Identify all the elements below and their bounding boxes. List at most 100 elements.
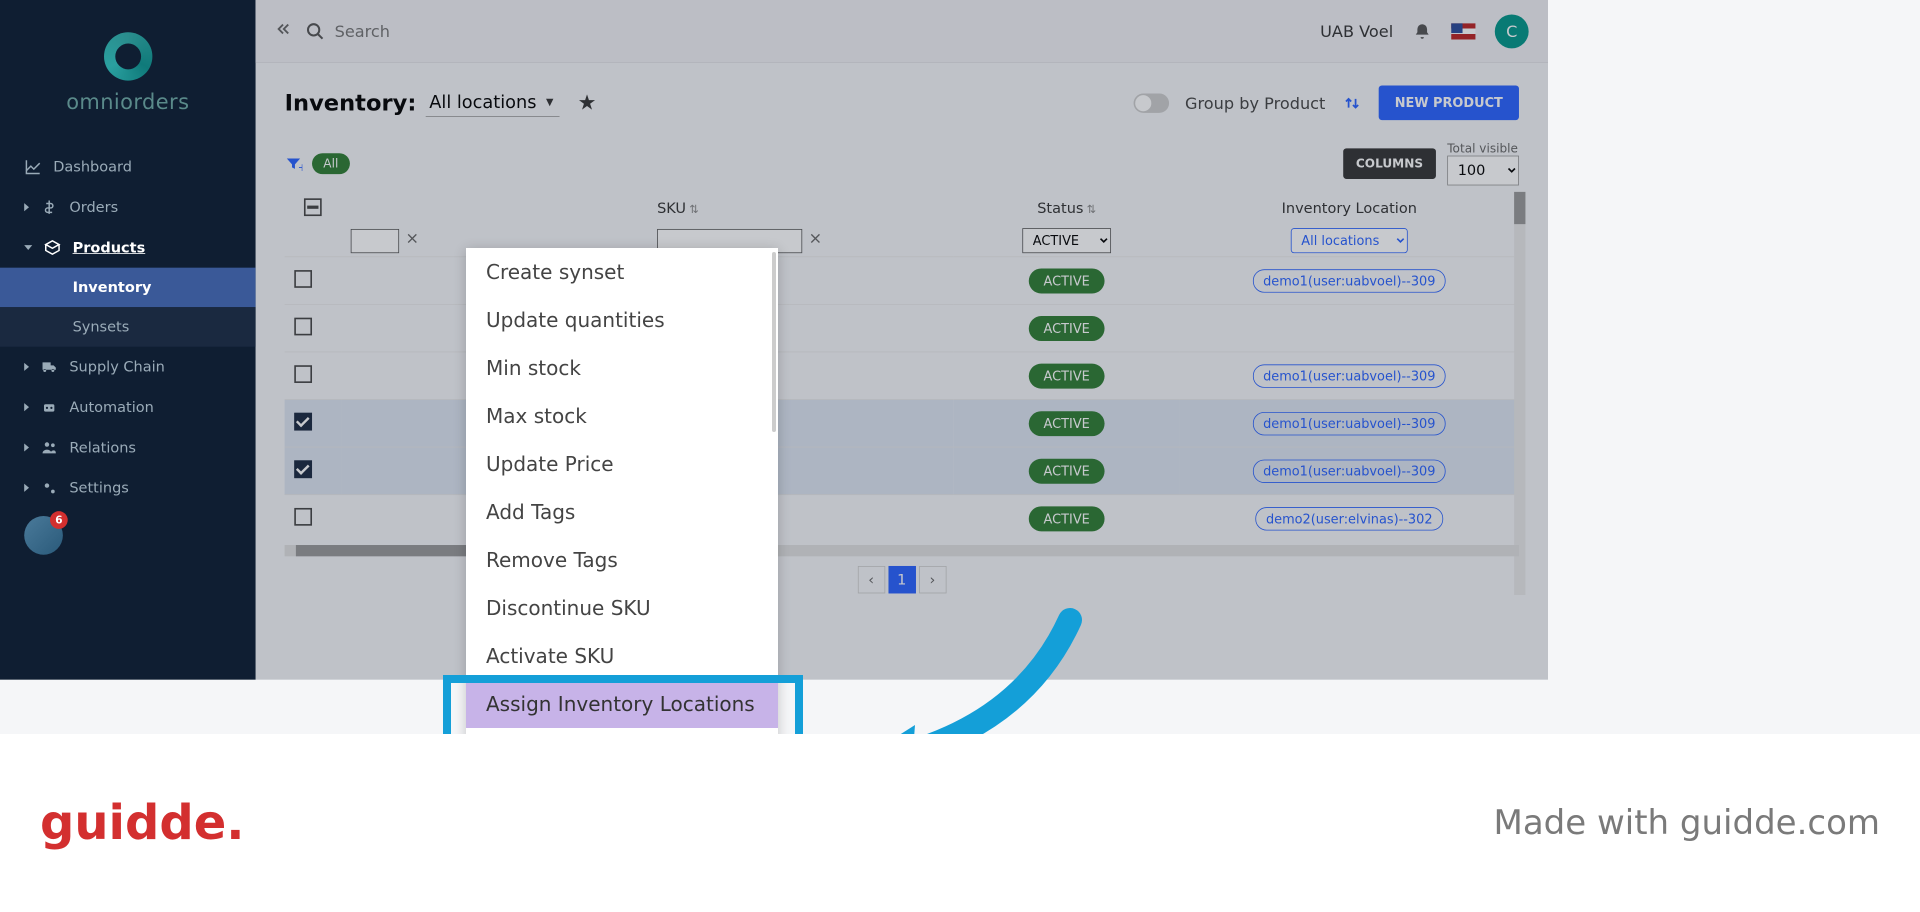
org-name[interactable]: UAB Voel	[1320, 21, 1393, 40]
dropdown-item[interactable]: Update Price	[466, 440, 778, 488]
favorite-star-icon[interactable]: ★	[578, 91, 597, 115]
group-toggle[interactable]	[1133, 93, 1168, 112]
sidebar-item-orders[interactable]: Orders	[0, 187, 256, 227]
logo: omniorders	[0, 16, 256, 147]
location-pill[interactable]: demo1(user:uabvoel)--309	[1253, 269, 1446, 292]
import-export-icon[interactable]	[1341, 92, 1362, 113]
status-badge: ACTIVE	[1029, 268, 1104, 293]
footer-credit: Made with guidde.com	[1493, 803, 1880, 843]
location-pill[interactable]: demo2(user:elvinas)--302	[1255, 507, 1443, 530]
dropdown-scrollbar[interactable]	[772, 252, 776, 432]
caret-icon	[24, 363, 29, 371]
column-header-status[interactable]: Status⇅	[954, 192, 1180, 225]
page-1-button[interactable]: 1	[888, 566, 915, 593]
prev-page-button[interactable]: ‹	[857, 566, 884, 593]
filter-icon[interactable]: +	[285, 154, 303, 172]
logo-icon	[104, 32, 152, 80]
columns-button[interactable]: COLUMNS	[1343, 148, 1436, 179]
dropdown-item[interactable]: Add Tags	[466, 488, 778, 536]
location-pill[interactable]: demo1(user:uabvoel)--309	[1253, 364, 1446, 387]
filter-input-1[interactable]	[351, 229, 399, 253]
dropdown-item[interactable]: Remove Tags	[466, 536, 778, 584]
chevron-double-left-icon	[275, 20, 293, 38]
flag-icon[interactable]	[1451, 23, 1475, 39]
dropdown-item[interactable]: Max stock	[466, 392, 778, 440]
dropdown-item[interactable]: Assign Inventory Locations	[466, 680, 778, 728]
sidebar-item-label: Inventory	[73, 279, 152, 296]
clear-filter-icon[interactable]: ×	[809, 228, 823, 247]
bell-icon[interactable]	[1413, 21, 1432, 40]
collapse-sidebar-button[interactable]	[275, 20, 293, 43]
filter-location-select[interactable]: All locations	[1291, 228, 1408, 253]
sidebar-item-automation[interactable]: Automation	[0, 387, 256, 427]
caret-icon	[24, 203, 29, 211]
page-title: Inventory:	[285, 89, 417, 116]
sidebar-item-label: Supply Chain	[69, 358, 165, 375]
sidebar-item-label: Automation	[69, 399, 154, 416]
dropdown-item[interactable]: Min stock	[466, 344, 778, 392]
row-checkbox[interactable]	[294, 413, 312, 431]
topbar: UAB Voel C	[256, 0, 1548, 63]
row-checkbox[interactable]	[294, 508, 312, 526]
page-content: Inventory: All locations ★ Group by Prod…	[256, 63, 1548, 680]
new-product-button[interactable]: NEW PRODUCT	[1379, 85, 1519, 120]
group-label: Group by Product	[1185, 93, 1325, 112]
caret-down-icon	[24, 245, 32, 250]
sidebar-item-label: Settings	[69, 479, 129, 496]
location-pill[interactable]: demo1(user:uabvoel)--309	[1253, 412, 1446, 435]
dollar-icon	[40, 198, 58, 216]
caret-icon	[24, 403, 29, 411]
dropdown-item[interactable]: Update quantities	[466, 296, 778, 344]
dropdown-item[interactable]: Activate SKU	[466, 632, 778, 680]
dropdown-item[interactable]: Discontinue SKU	[466, 584, 778, 632]
sidebar-item-relations[interactable]: Relations	[0, 427, 256, 467]
user-avatar[interactable]: C	[1495, 14, 1529, 48]
status-badge: ACTIVE	[1029, 363, 1104, 388]
status-badge: ACTIVE	[1029, 411, 1104, 436]
row-checkbox[interactable]	[294, 365, 312, 383]
sidebar: omniorders Dashboard Orders Products Inv…	[0, 0, 256, 680]
row-checkbox[interactable]	[294, 270, 312, 288]
next-page-button[interactable]: ›	[919, 566, 946, 593]
sidebar-item-synsets[interactable]: Synsets	[0, 307, 256, 347]
sidebar-item-supply-chain[interactable]: Supply Chain	[0, 347, 256, 387]
dropdown-item[interactable]: Create synset	[466, 248, 778, 296]
sidebar-item-label: Synsets	[73, 318, 130, 335]
column-header-sku[interactable]: SKU⇅	[647, 192, 953, 225]
search-input[interactable]	[335, 21, 564, 40]
filter-chip-all[interactable]: All	[312, 153, 350, 174]
location-select[interactable]: All locations	[426, 89, 560, 116]
row-checkbox[interactable]	[294, 460, 312, 478]
footer: guidde. Made with guidde.com	[0, 734, 1920, 912]
total-visible-label: Total visible	[1447, 141, 1519, 156]
sidebar-item-label: Dashboard	[53, 158, 132, 175]
caret-icon	[24, 443, 29, 451]
robot-icon	[40, 398, 58, 416]
notification-badge: 6	[50, 511, 68, 529]
row-checkbox[interactable]	[294, 318, 312, 336]
status-badge: ACTIVE	[1029, 458, 1104, 483]
gears-icon	[40, 479, 58, 497]
column-header-location[interactable]: Inventory Location	[1180, 192, 1519, 225]
sidebar-item-label: Relations	[69, 439, 136, 456]
sidebar-item-inventory[interactable]: Inventory	[0, 268, 256, 308]
logo-text: omniorders	[0, 90, 256, 114]
sidebar-item-dashboard[interactable]: Dashboard	[0, 147, 256, 187]
total-visible-select[interactable]: 100	[1447, 156, 1519, 186]
clear-filter-icon[interactable]: ×	[406, 228, 420, 247]
vertical-scrollbar[interactable]	[1514, 192, 1525, 595]
main-panel: UAB Voel C Inventory: All locations ★ Gr…	[256, 0, 1548, 680]
location-pill[interactable]: demo1(user:uabvoel)--309	[1253, 459, 1446, 482]
filter-status-select[interactable]: ACTIVE	[1022, 228, 1111, 253]
search-box[interactable]	[306, 21, 564, 40]
filter-row: + All COLUMNS Total visible 100	[285, 135, 1519, 192]
user-avatar-small[interactable]: 6	[24, 516, 63, 555]
select-all-checkbox[interactable]	[304, 198, 322, 216]
chart-icon	[24, 158, 42, 176]
sidebar-item-products[interactable]: Products	[0, 227, 256, 267]
search-icon	[306, 21, 325, 40]
sidebar-item-label: Products	[73, 239, 146, 256]
footer-brand: guidde.	[40, 795, 245, 851]
sidebar-item-settings[interactable]: Settings	[0, 468, 256, 508]
page-header: Inventory: All locations ★ Group by Prod…	[285, 85, 1519, 120]
